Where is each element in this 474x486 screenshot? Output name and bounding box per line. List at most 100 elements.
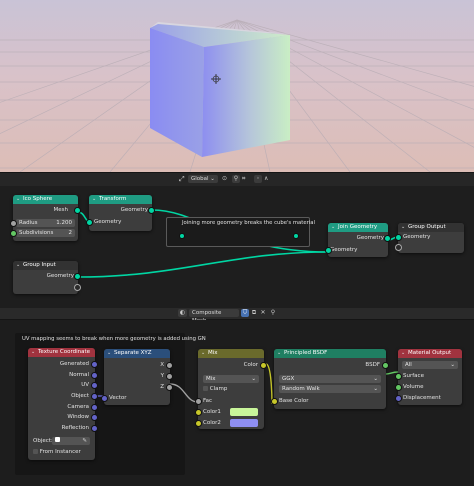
- output-socket[interactable]: [382, 362, 389, 369]
- pivot-point-icon[interactable]: ⊙: [222, 175, 230, 183]
- reroute-socket[interactable]: [293, 233, 299, 239]
- chevron-down-icon: ⌄: [251, 376, 256, 382]
- collapse-chevron-icon[interactable]: ⌄: [92, 195, 96, 204]
- displacement-socket[interactable]: [395, 395, 402, 402]
- output-socket[interactable]: [91, 425, 98, 432]
- duplicate-material-icon[interactable]: ⧉: [250, 309, 258, 317]
- node-material-output[interactable]: ⌄ Material Output All ⌄ Surface Volume Di…: [395, 349, 462, 405]
- target-dropdown[interactable]: All ⌄: [402, 361, 458, 369]
- fac-label: Fac: [203, 398, 213, 404]
- radius-field[interactable]: Radius 1.200: [16, 219, 75, 227]
- collapse-chevron-icon[interactable]: ⌄: [401, 349, 405, 358]
- collapse-chevron-icon[interactable]: ⌄: [31, 348, 35, 357]
- volume-socket[interactable]: [395, 384, 402, 391]
- node-title: ⌄ Ico Sphere: [13, 195, 78, 204]
- fake-user-shield-icon[interactable]: ⛉: [241, 309, 249, 317]
- blend-mode-dropdown[interactable]: Mix ⌄: [203, 375, 259, 383]
- object-picker[interactable]: ✎: [52, 437, 90, 445]
- frame-note[interactable]: Joining more geometry breaks the cube's …: [166, 217, 315, 247]
- output-label: Geometry: [120, 207, 148, 213]
- output-label: Z: [160, 384, 164, 390]
- transform-orientation-dropdown[interactable]: Global ⌄: [188, 175, 218, 183]
- from-instancer-checkbox[interactable]: From Instancer: [33, 448, 81, 456]
- radius-label: Radius: [19, 220, 38, 226]
- from-instancer-label: From Instancer: [39, 449, 81, 455]
- eyedropper-icon[interactable]: ✎: [82, 437, 87, 445]
- clamp-checkbox[interactable]: Clamp: [203, 385, 227, 393]
- transform-orientation-label: Global: [191, 176, 209, 182]
- output-socket[interactable]: [91, 382, 98, 389]
- output-socket[interactable]: [91, 361, 98, 368]
- output-socket[interactable]: [166, 362, 173, 369]
- proportional-edit-icon[interactable]: ◦: [254, 175, 262, 183]
- node-texture-coordinate[interactable]: ⌄ Texture Coordinate Generated Normal UV …: [28, 348, 98, 460]
- material-name-field[interactable]: Composite Mesh: [189, 309, 239, 324]
- input-socket[interactable]: [86, 219, 93, 226]
- collapse-chevron-icon[interactable]: ⌄: [331, 223, 335, 232]
- input-socket[interactable]: [10, 230, 17, 237]
- node-group-output[interactable]: ⌄ Group Output Geometry: [395, 223, 464, 253]
- collapse-chevron-icon[interactable]: ⌄: [201, 349, 205, 358]
- color1-swatch[interactable]: [230, 408, 258, 416]
- surface-socket[interactable]: [395, 373, 402, 380]
- output-socket[interactable]: [91, 414, 98, 421]
- input-socket[interactable]: [101, 395, 108, 402]
- color1-socket[interactable]: [195, 409, 202, 416]
- output-socket[interactable]: [91, 404, 98, 411]
- chevron-down-icon: ⌄: [373, 376, 378, 382]
- node-separate-xyz[interactable]: ⌄ Separate XYZ X Y Z Vector: [101, 349, 173, 405]
- base-color-socket[interactable]: [271, 398, 278, 405]
- fac-socket[interactable]: [195, 398, 202, 405]
- empty-socket[interactable]: [395, 244, 402, 251]
- chevron-down-icon: ⌄: [373, 386, 378, 392]
- output-socket[interactable]: [384, 235, 391, 242]
- output-socket[interactable]: [74, 207, 81, 214]
- input-socket[interactable]: [325, 247, 332, 254]
- node-principled-bsdf[interactable]: ⌄ Principled BSDF BSDF GGX ⌄ Random Walk …: [271, 349, 389, 409]
- output-socket[interactable]: [166, 384, 173, 391]
- unlink-material-icon[interactable]: ✕: [259, 309, 267, 317]
- output-label: Normal: [69, 372, 89, 378]
- collapse-chevron-icon[interactable]: ⌄: [401, 223, 405, 232]
- subsurface-method-value: Random Walk: [282, 386, 320, 392]
- node-transform[interactable]: ⌄ Transform Geometry Geometry: [86, 195, 155, 231]
- collapse-chevron-icon[interactable]: ⌄: [107, 349, 111, 358]
- empty-socket[interactable]: [74, 284, 81, 291]
- 3d-viewport[interactable]: [0, 0, 474, 172]
- falloff-icon[interactable]: ∧: [264, 175, 272, 183]
- material-browse-icon[interactable]: ◐: [178, 309, 187, 317]
- input-socket[interactable]: [395, 234, 402, 241]
- input-label: Geometry: [94, 219, 122, 225]
- collapse-chevron-icon[interactable]: ⌄: [16, 261, 20, 270]
- subsurface-method-dropdown[interactable]: Random Walk ⌄: [279, 385, 381, 393]
- output-socket[interactable]: [91, 372, 98, 379]
- input-socket[interactable]: [10, 220, 17, 227]
- geometry-nodes-editor[interactable]: ⌄ Ico Sphere Mesh Radius 1.200 Subdivisio…: [0, 186, 474, 308]
- color2-swatch[interactable]: [230, 419, 258, 427]
- reroute-socket[interactable]: [179, 233, 185, 239]
- output-socket[interactable]: [74, 273, 81, 280]
- checkbox-box[interactable]: [203, 386, 208, 391]
- output-label: Camera: [67, 404, 89, 410]
- distribution-dropdown[interactable]: GGX ⌄: [279, 375, 381, 383]
- node-join-geometry[interactable]: ⌄ Join Geometry Geometry Geometry: [325, 223, 391, 257]
- node-ico-sphere[interactable]: ⌄ Ico Sphere Mesh Radius 1.200 Subdivisio…: [10, 195, 81, 241]
- output-socket[interactable]: [166, 373, 173, 380]
- transform-pivot-icon[interactable]: ⤢: [179, 175, 187, 183]
- output-socket[interactable]: [91, 393, 98, 400]
- collapse-chevron-icon[interactable]: ⌄: [16, 195, 20, 204]
- snap-icon[interactable]: ⚲: [232, 175, 240, 183]
- object-icon: [55, 437, 60, 442]
- collapse-chevron-icon[interactable]: ⌄: [277, 349, 281, 358]
- pin-icon[interactable]: ⚲: [269, 309, 277, 317]
- node-group-input[interactable]: ⌄ Group Input Geometry: [13, 261, 81, 294]
- color2-socket[interactable]: [195, 420, 202, 427]
- shader-editor[interactable]: UV mapping seems to break when more geom…: [0, 320, 474, 486]
- subdivisions-field[interactable]: Subdivisions 2: [16, 229, 75, 237]
- output-socket[interactable]: [260, 362, 267, 369]
- color1-label: Color1: [203, 409, 221, 415]
- checkbox-box[interactable]: [33, 449, 38, 454]
- output-socket[interactable]: [148, 207, 155, 214]
- snap-target-icon[interactable]: ⌗: [242, 175, 250, 183]
- node-mix[interactable]: ⌄ Mix Color Mix ⌄ Clamp Fac Color1 Color2: [195, 349, 267, 429]
